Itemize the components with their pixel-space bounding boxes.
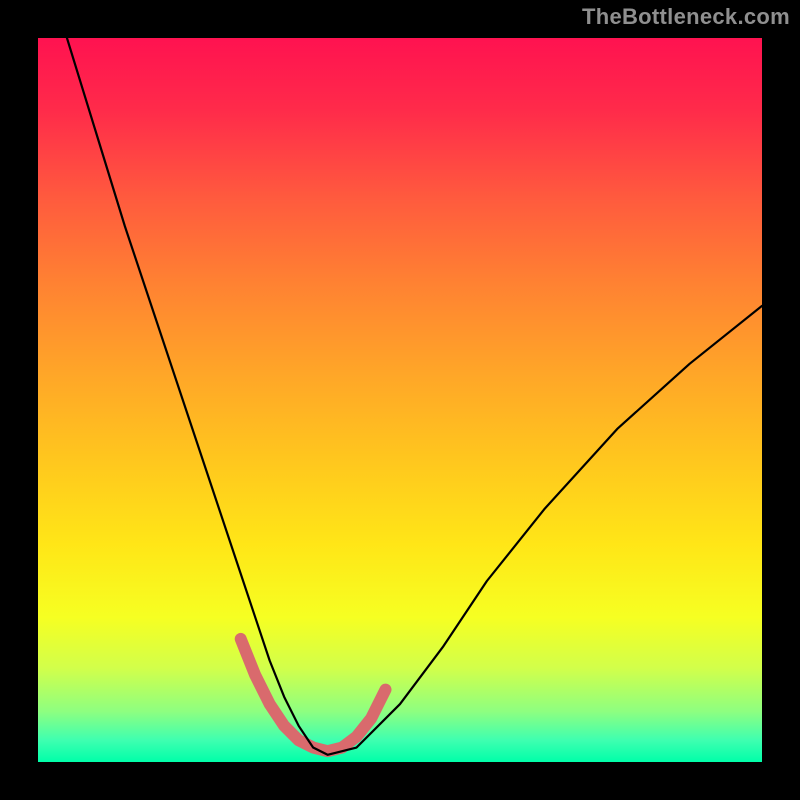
accent-right-path [328, 690, 386, 752]
bottleneck-curve-path [67, 38, 762, 755]
watermark-text: TheBottleneck.com [582, 4, 790, 30]
curve-svg [38, 38, 762, 762]
chart-stage: TheBottleneck.com [0, 0, 800, 800]
plot-area [38, 38, 762, 762]
